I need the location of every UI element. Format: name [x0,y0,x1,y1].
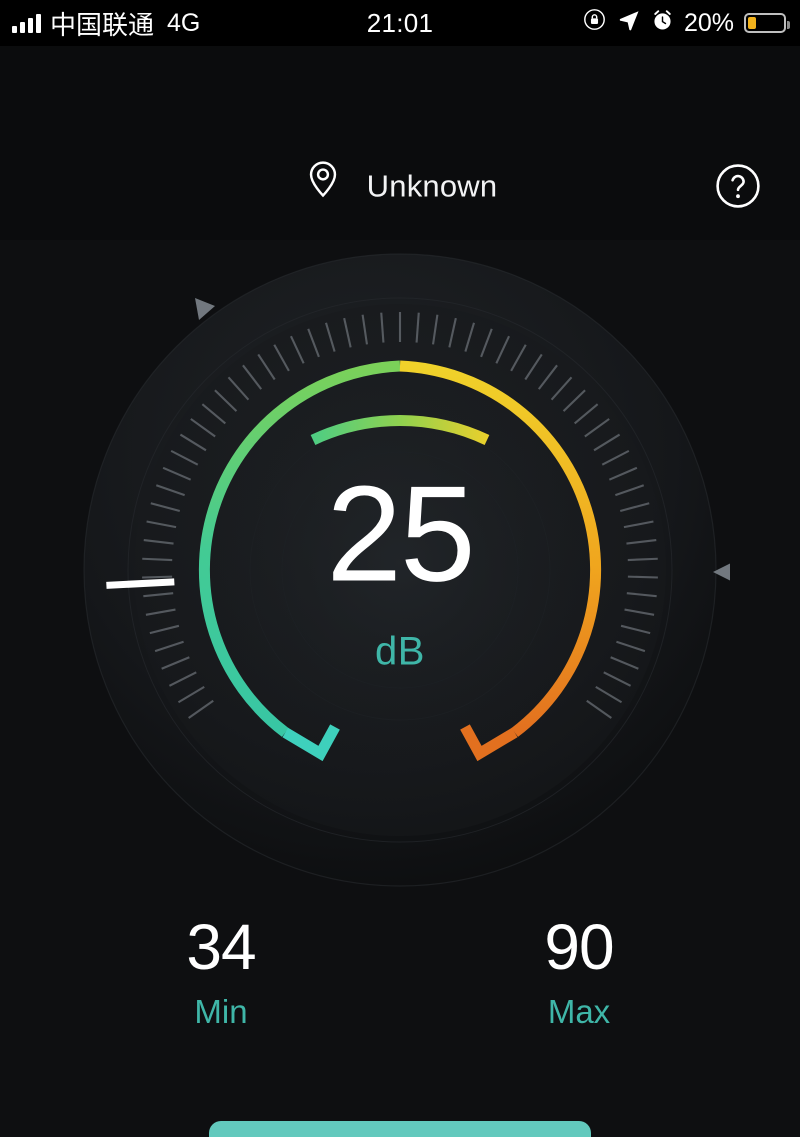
location-group[interactable]: Unknown [0,161,800,212]
rotation-lock-icon [582,7,607,39]
gauge-needle [106,578,175,589]
max-value: 90 [544,911,614,983]
alarm-clock-icon [651,8,674,39]
stat-max: 90 Max [504,915,654,1031]
gauge-svg [83,253,730,887]
location-arrow-icon [617,8,641,39]
min-max-stats: 34 Min 90 Max [0,915,800,1031]
sound-level-gauge: 25 dB [70,240,730,900]
location-pin-icon[interactable] [303,161,343,212]
min-value: 34 [186,911,256,983]
battery-icon [744,13,790,33]
stat-min: 34 Min [146,915,296,1031]
status-bar-right: 20% [582,7,790,39]
max-label: Max [547,993,611,1030]
help-button[interactable] [714,162,762,210]
min-label: Min [194,993,248,1030]
status-bar: 中国联通 4G 21:01 20% [0,0,800,46]
app-header: Unknown [0,46,800,240]
app-screen: 中国联通 4G 21:01 20% Unknown 25 dB 34 Min 9… [0,0,800,1137]
location-name-label: Unknown [366,168,498,203]
record-button[interactable] [209,1121,591,1137]
battery-percent-label: 20% [683,8,734,37]
